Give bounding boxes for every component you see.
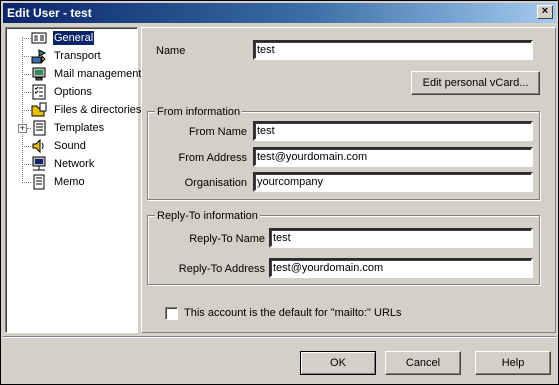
- organisation-input[interactable]: yourcompany: [253, 172, 533, 192]
- settings-tree[interactable]: General Transport Mail management Option…: [5, 27, 141, 333]
- tree-branch-line: [22, 92, 31, 93]
- tree-branch-line: [22, 38, 31, 39]
- tree-item-templates[interactable]: + Templates: [6, 119, 138, 137]
- reply-to-name-input[interactable]: test: [269, 228, 533, 248]
- mail-management-icon: [32, 67, 46, 81]
- tree-item-general[interactable]: General: [6, 29, 138, 47]
- from-address-label: From Address: [178, 152, 247, 164]
- window-title: Edit User - test: [7, 6, 92, 20]
- user-card-icon: [31, 32, 47, 44]
- templates-icon: [33, 120, 46, 136]
- tree-item-mail-management[interactable]: Mail management: [6, 65, 141, 83]
- tree-label-sound: Sound: [54, 140, 86, 152]
- tree-item-files-directories[interactable]: Files & directories: [6, 101, 141, 119]
- tree-branch-line: [22, 110, 31, 111]
- dialog-separator: [3, 336, 556, 338]
- tree-label-network: Network: [54, 158, 95, 170]
- tree-label-transport: Transport: [54, 50, 101, 62]
- memo-icon: [33, 174, 45, 190]
- tree-label-templates: Templates: [54, 122, 105, 134]
- default-mailto-checkbox[interactable]: [165, 307, 178, 320]
- tree-branch-line: [22, 164, 31, 165]
- tree-item-network[interactable]: Network: [6, 155, 138, 173]
- reply-to-address-input[interactable]: test@yourdomain.com: [269, 258, 533, 278]
- title-bar[interactable]: Edit User - test ×: [3, 3, 556, 23]
- tree-label-options: Options: [54, 86, 92, 98]
- tree-branch-line: [22, 146, 31, 147]
- transport-icon: [31, 49, 47, 64]
- tree-expand-toggle[interactable]: +: [18, 124, 27, 133]
- tree-branch-line: [22, 74, 31, 75]
- tree-branch-line: [22, 182, 31, 183]
- reply-to-name-label: Reply-To Name: [189, 233, 265, 245]
- close-button[interactable]: ×: [537, 5, 553, 19]
- tree-label-general: General: [51, 30, 96, 46]
- edit-user-dialog: Edit User - test × General Transport Mai…: [0, 0, 559, 385]
- tree-item-transport[interactable]: Transport: [6, 47, 138, 65]
- from-name-input[interactable]: test: [253, 121, 533, 141]
- cancel-button[interactable]: Cancel: [385, 351, 461, 375]
- network-computer-icon: [32, 156, 46, 171]
- reply-to-address-label: Reply-To Address: [178, 263, 265, 275]
- from-address-input[interactable]: test@yourdomain.com: [253, 147, 533, 167]
- default-mailto-label: This account is the default for "mailto:…: [184, 307, 402, 319]
- name-label: Name: [156, 45, 186, 57]
- tree-label-mail-management: Mail management: [54, 68, 142, 80]
- folder-files-icon: [31, 102, 47, 117]
- from-name-label: From Name: [188, 126, 247, 138]
- reply-to-information-title: Reply-To information: [155, 209, 260, 223]
- tree-label-files-directories: Files & directories: [54, 104, 142, 116]
- from-information-title: From information: [155, 105, 243, 119]
- tree-branch-line: [22, 56, 31, 57]
- name-input[interactable]: test: [253, 40, 533, 60]
- help-button[interactable]: Help: [475, 351, 551, 375]
- tree-item-memo[interactable]: Memo: [6, 173, 138, 191]
- ok-button[interactable]: OK: [300, 351, 376, 375]
- speaker-icon: [32, 138, 44, 154]
- tree-label-memo: Memo: [54, 176, 85, 188]
- tree-item-sound[interactable]: Sound: [6, 137, 138, 155]
- edit-vcard-button[interactable]: Edit personal vCard...: [411, 71, 540, 95]
- tree-item-options[interactable]: Options: [6, 83, 138, 101]
- options-checklist-icon: [32, 84, 46, 100]
- organisation-label: Organisation: [184, 177, 247, 189]
